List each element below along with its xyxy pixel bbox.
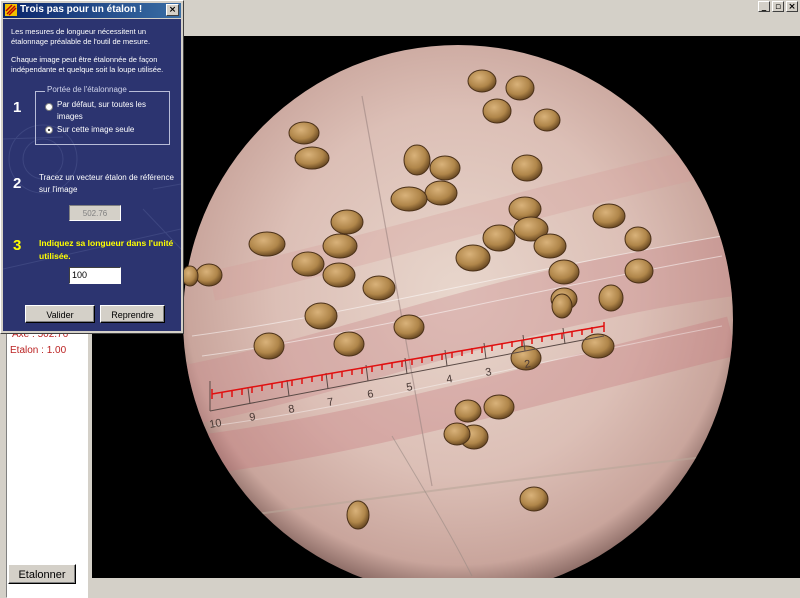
calibration-dialog: Trois pas pour un étalon ! × Les mesures…: [0, 0, 184, 334]
dialog-close-button[interactable]: ×: [166, 4, 179, 16]
step-3-text: Indiquez sa longueur dans l'unité utilis…: [39, 238, 174, 261]
info-box: [6, 326, 88, 598]
app-logo-icon: [5, 4, 17, 16]
step-2-text: Tracez un vecteur étalon de référence su…: [39, 173, 174, 194]
intro-text-1: Les mesures de longueur nécessitent un é…: [11, 27, 151, 46]
ruler-label: 10: [208, 417, 222, 431]
radio-default-label: Par défaut, sur toutes les images: [57, 100, 146, 121]
radio-default-all-images[interactable]: [45, 103, 53, 111]
close-button[interactable]: ×: [786, 1, 798, 12]
microscope-image[interactable]: 10 9 8 7 6 5 4 3 2: [92, 36, 800, 578]
etalonner-button[interactable]: Etalonner: [8, 564, 76, 584]
step-3-number: 3: [13, 237, 22, 254]
etalon-readout: Etalon : 1.00: [10, 345, 67, 356]
step-1-number: 1: [13, 99, 22, 116]
intro-text-2: Chaque image peut être étalonnée de faço…: [11, 55, 164, 74]
dialog-body: Les mesures de longueur nécessitent un é…: [3, 19, 181, 331]
restart-button[interactable]: Reprendre: [100, 305, 165, 323]
minimize-button[interactable]: _: [758, 1, 770, 12]
maximize-button[interactable]: ▫: [772, 1, 784, 12]
radio-this-image-label: Sur cette image seule: [57, 125, 135, 134]
app-window-buttons: _ ▫ ×: [758, 1, 798, 12]
validate-button[interactable]: Valider: [25, 305, 95, 323]
reference-length-field: 502.76: [69, 205, 121, 221]
length-input[interactable]: 100: [69, 267, 121, 284]
scope-group-label: Portée de l'étalonnage: [45, 85, 129, 94]
microscope-image-view[interactable]: 10 9 8 7 6 5 4 3 2: [92, 36, 800, 578]
dialog-title: Trois pas pour un étalon !: [20, 4, 143, 15]
step-2-number: 2: [13, 175, 22, 192]
radio-this-image-only[interactable]: [45, 126, 53, 134]
dialog-titlebar[interactable]: Trois pas pour un étalon ! ×: [3, 3, 181, 18]
